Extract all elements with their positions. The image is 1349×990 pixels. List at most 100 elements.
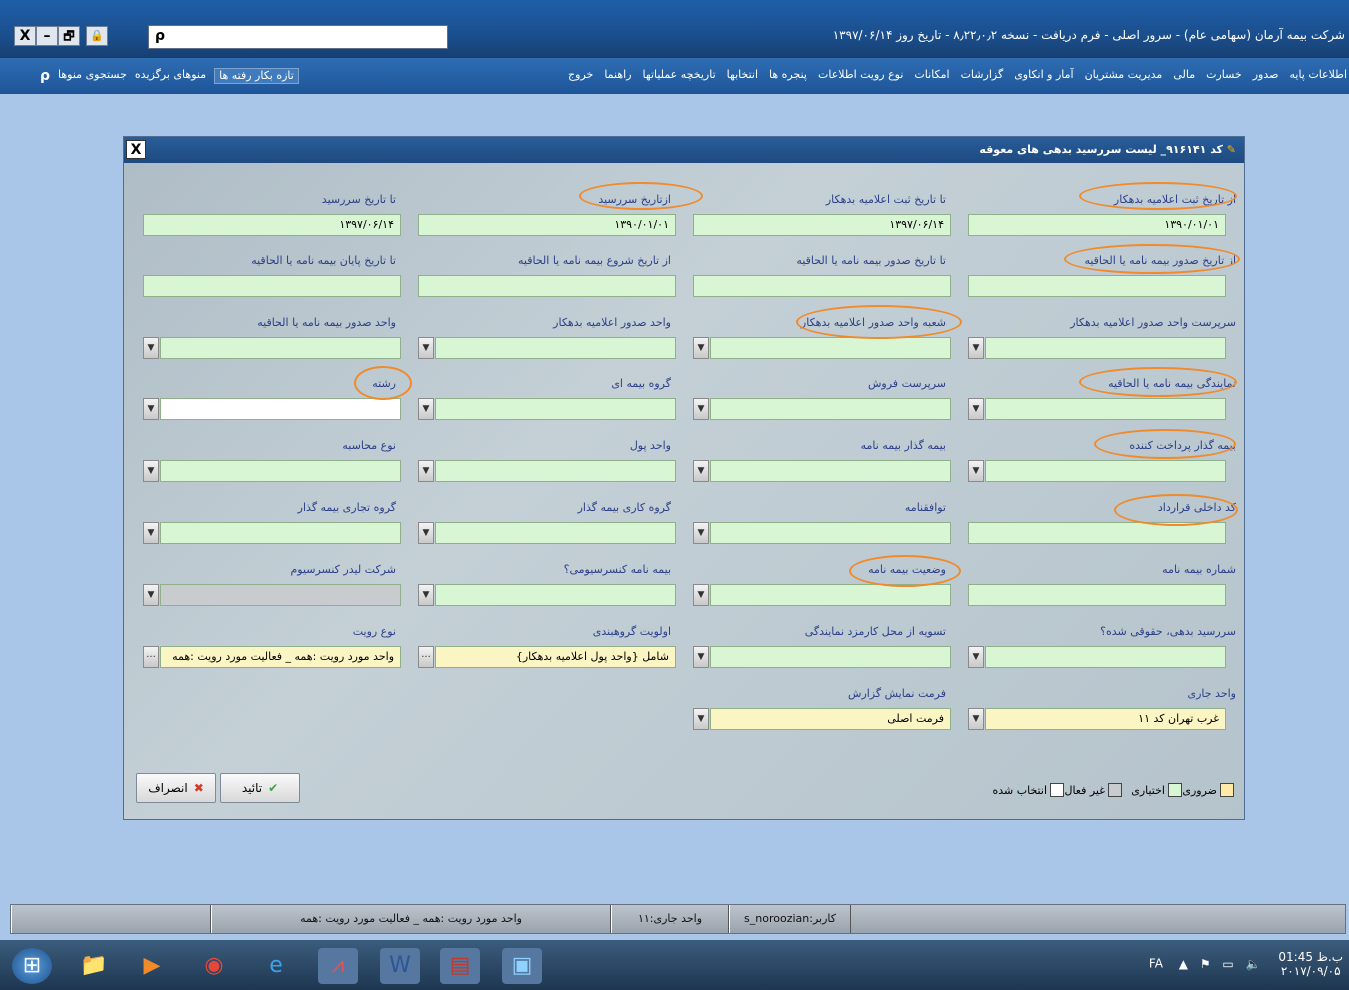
- from-due-date-input[interactable]: ۱۳۹۰/۰۱/۰۱: [418, 214, 676, 236]
- search-input[interactable]: ρ: [148, 25, 448, 49]
- menu-item[interactable]: راهنما: [604, 68, 631, 81]
- to-debt-reg-date-input[interactable]: ۱۳۹۷/۰۶/۱۴: [693, 214, 951, 236]
- menu-item[interactable]: گزارشات: [961, 68, 1004, 81]
- label-work-group: گروه کاری بیمه گذار: [577, 501, 671, 514]
- issue-unit-policy-select[interactable]: [160, 337, 401, 359]
- dialog-close-button[interactable]: X: [126, 140, 146, 159]
- chevron-down-icon[interactable]: ▼: [693, 337, 709, 359]
- title-bar: X – 🗗 🔒 ρ شرکت بیمه آرمان (سهامی عام) - …: [0, 0, 1349, 58]
- clock-time[interactable]: 01:45 ب.ظ: [1278, 950, 1343, 964]
- chevron-down-icon[interactable]: ▼: [968, 398, 984, 420]
- chevron-down-icon[interactable]: ▼: [143, 337, 159, 359]
- from-policy-issue-input[interactable]: [968, 275, 1226, 297]
- favorites-link[interactable]: منوهای برگزیده: [135, 68, 206, 84]
- lock-icon[interactable]: 🔒: [86, 26, 108, 46]
- file-explorer-icon[interactable]: 📁: [74, 948, 114, 984]
- flag-icon[interactable]: ⚑: [1200, 957, 1211, 971]
- currency-unit-select[interactable]: [435, 460, 676, 482]
- start-button-icon[interactable]: ⊞: [12, 948, 52, 984]
- chevron-down-icon[interactable]: ▼: [143, 522, 159, 544]
- restore-window-button[interactable]: 🗗: [58, 26, 80, 46]
- agency-select[interactable]: [985, 398, 1226, 420]
- menu-item[interactable]: انتخابها: [727, 68, 758, 81]
- chevron-down-icon[interactable]: ▼: [693, 584, 709, 606]
- menu-search-link[interactable]: جستجوی منوها: [58, 68, 127, 84]
- chevron-down-icon[interactable]: ▼: [968, 646, 984, 668]
- from-policy-start-input[interactable]: [418, 275, 676, 297]
- menu-item[interactable]: خسارت: [1206, 68, 1242, 81]
- window-preview-icon[interactable]: ▣: [502, 948, 542, 984]
- app-icon[interactable]: ⩘: [318, 948, 358, 984]
- branch-unit-select[interactable]: [710, 337, 951, 359]
- cancel-button[interactable]: ✖انصراف: [136, 773, 216, 803]
- chevron-down-icon[interactable]: ▼: [693, 522, 709, 544]
- supervisor-unit-select[interactable]: [985, 337, 1226, 359]
- chevron-down-icon[interactable]: ▼: [143, 460, 159, 482]
- insurance-group-select[interactable]: [435, 398, 676, 420]
- minimize-window-button[interactable]: –: [36, 26, 58, 46]
- sales-supervisor-select[interactable]: [710, 398, 951, 420]
- chevron-down-icon[interactable]: ▼: [418, 522, 434, 544]
- chrome-icon[interactable]: ◉: [194, 948, 234, 984]
- chevron-down-icon[interactable]: ▼: [418, 584, 434, 606]
- accounting-type-select[interactable]: [160, 460, 401, 482]
- grouping-priority-input[interactable]: شامل {واحد پول اعلامیه بدهکار}: [435, 646, 676, 668]
- menu-item[interactable]: مدیریت مشتریان: [1085, 68, 1163, 81]
- menu-item[interactable]: نوع رویت اطلاعات: [818, 68, 903, 81]
- policy-status-select[interactable]: [710, 584, 951, 606]
- ellipsis-button[interactable]: ...: [143, 646, 159, 668]
- speaker-icon[interactable]: 🔈: [1246, 957, 1261, 971]
- ellipsis-button[interactable]: ...: [418, 646, 434, 668]
- tray-expand-icon[interactable]: ▲: [1179, 957, 1188, 971]
- menu-item[interactable]: مالی: [1173, 68, 1195, 81]
- work-group-select[interactable]: [435, 522, 676, 544]
- close-window-button[interactable]: X: [14, 26, 36, 46]
- to-policy-end-input[interactable]: [143, 275, 401, 297]
- chevron-down-icon[interactable]: ▼: [693, 708, 709, 730]
- legal-due-select[interactable]: [985, 646, 1226, 668]
- field-line-select[interactable]: [160, 398, 401, 420]
- chevron-down-icon[interactable]: ▼: [968, 708, 984, 730]
- clock-date[interactable]: ۲۰۱۷/۰۹/۰۵: [1278, 964, 1343, 978]
- language-indicator[interactable]: FA: [1149, 957, 1163, 971]
- chevron-down-icon[interactable]: ▼: [418, 398, 434, 420]
- to-due-date-input[interactable]: ۱۳۹۷/۰۶/۱۴: [143, 214, 401, 236]
- menu-item[interactable]: خروج: [568, 68, 593, 81]
- menu-item[interactable]: اطلاعات پایه: [1289, 68, 1347, 81]
- chevron-down-icon[interactable]: ▼: [143, 398, 159, 420]
- agreement-select[interactable]: [710, 522, 951, 544]
- menu-item[interactable]: صدور: [1253, 68, 1279, 81]
- policy-number-input[interactable]: [968, 584, 1226, 606]
- confirm-button[interactable]: ✔تائید: [220, 773, 300, 803]
- view-type-input[interactable]: واحد مورد رویت :همه _ فعالیت مورد رویت :…: [160, 646, 401, 668]
- internet-explorer-icon[interactable]: e: [256, 948, 296, 984]
- chevron-down-icon[interactable]: ▼: [418, 460, 434, 482]
- chevron-down-icon[interactable]: ▼: [143, 584, 159, 606]
- payer-insurer-select[interactable]: [985, 460, 1226, 482]
- menu-item[interactable]: امکانات: [914, 68, 949, 81]
- chevron-down-icon[interactable]: ▼: [693, 398, 709, 420]
- report-format-select[interactable]: فرمت اصلی: [710, 708, 951, 730]
- current-unit-select[interactable]: غرب تهران کد ۱۱: [985, 708, 1226, 730]
- policy-insurer-select[interactable]: [710, 460, 951, 482]
- network-icon[interactable]: ▭: [1222, 957, 1233, 971]
- recent-tabs-link[interactable]: تازه بکار رفته ها: [214, 68, 299, 84]
- word-icon[interactable]: W: [380, 948, 420, 984]
- to-policy-issue-input[interactable]: [693, 275, 951, 297]
- winrar-icon[interactable]: ▤: [440, 948, 480, 984]
- chevron-down-icon[interactable]: ▼: [693, 646, 709, 668]
- business-group-select[interactable]: [160, 522, 401, 544]
- issue-unit-debt-select[interactable]: [435, 337, 676, 359]
- menu-item[interactable]: پنجره ها: [769, 68, 807, 81]
- chevron-down-icon[interactable]: ▼: [968, 460, 984, 482]
- consortium-policy-select[interactable]: [435, 584, 676, 606]
- media-player-icon[interactable]: ▶: [132, 948, 172, 984]
- chevron-down-icon[interactable]: ▼: [418, 337, 434, 359]
- menu-search-icon[interactable]: ρ: [40, 68, 50, 84]
- menu-item[interactable]: تاریخچه عملیاتها: [643, 68, 716, 81]
- menu-item[interactable]: آمار و انکاوی: [1014, 68, 1073, 81]
- settle-commission-select[interactable]: [710, 646, 951, 668]
- chevron-down-icon[interactable]: ▼: [968, 337, 984, 359]
- chevron-down-icon[interactable]: ▼: [693, 460, 709, 482]
- from-debt-reg-date-input[interactable]: ۱۳۹۰/۰۱/۰۱: [968, 214, 1226, 236]
